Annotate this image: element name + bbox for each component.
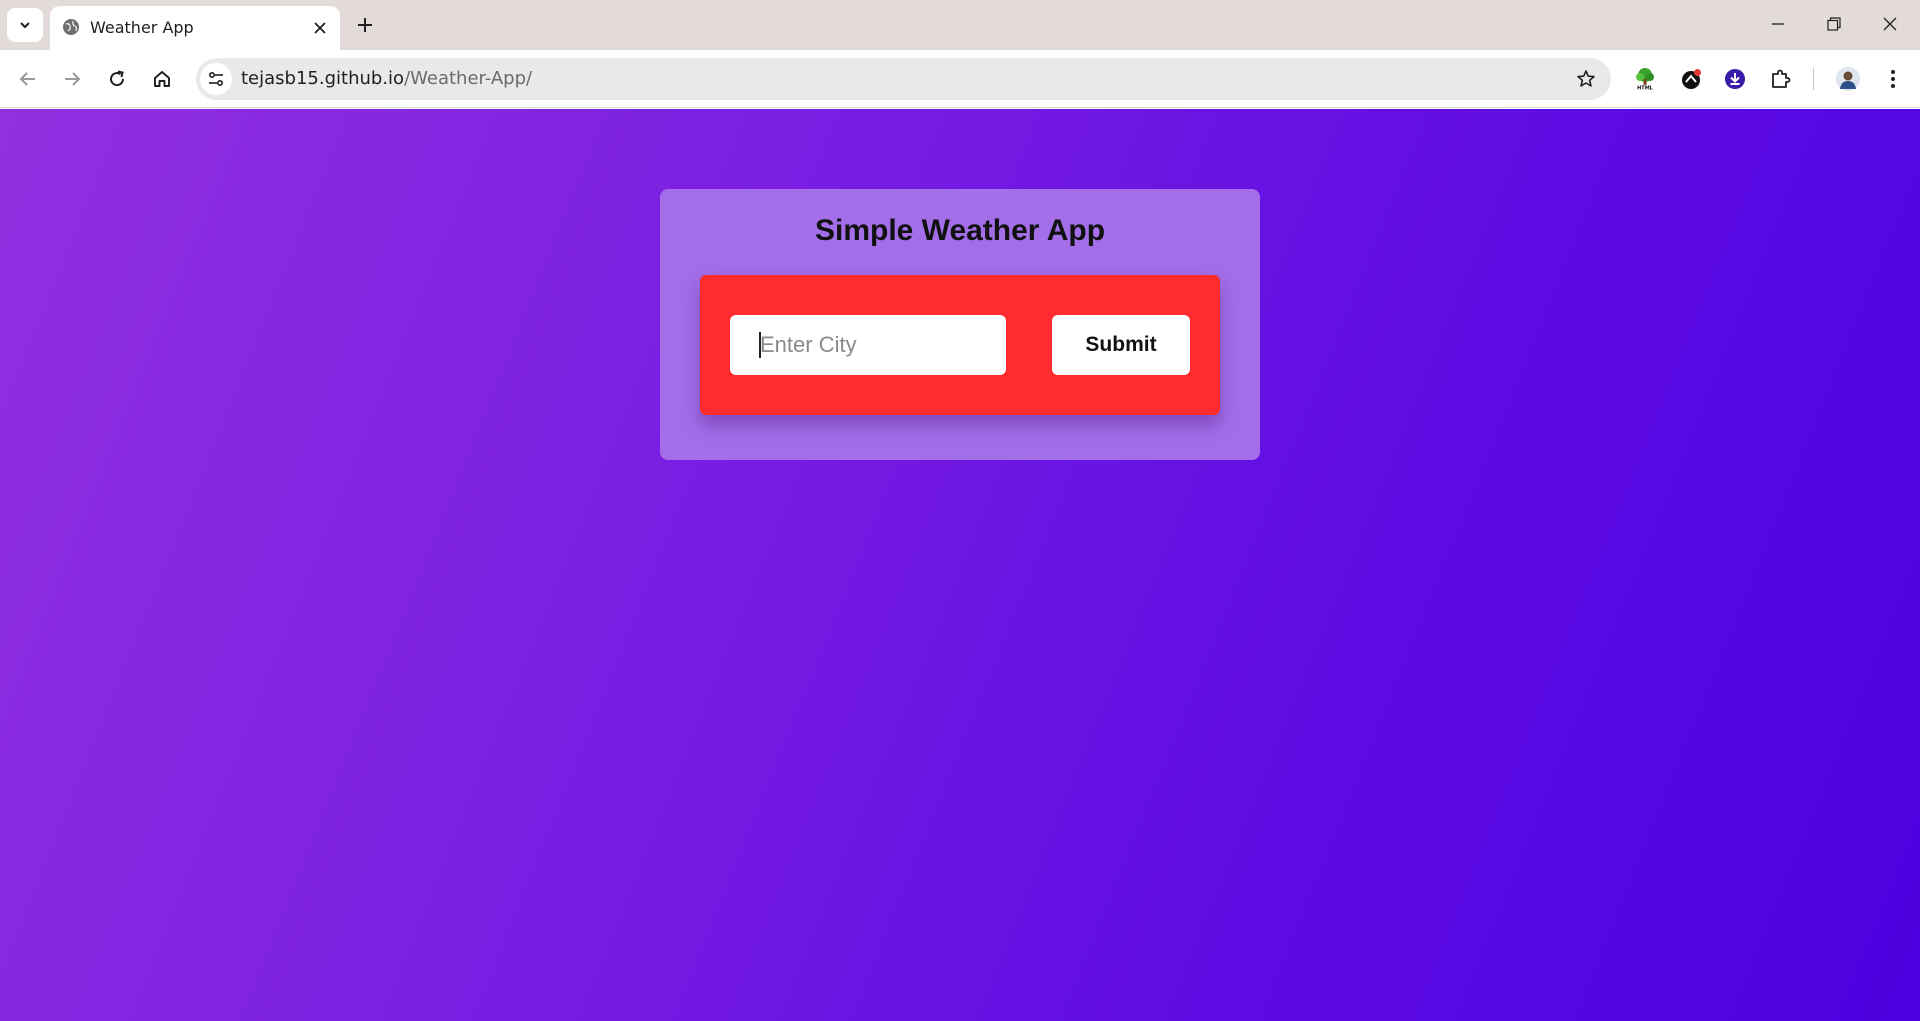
minimize-button[interactable]: [1758, 8, 1798, 40]
tab-weather-app[interactable]: Weather App: [50, 6, 340, 50]
svg-text:HTML: HTML: [1637, 86, 1654, 92]
plus-icon: [358, 18, 372, 32]
url-host: tejasb15.github.io: [241, 68, 405, 89]
cloud-extension[interactable]: [1676, 64, 1706, 94]
reload-button[interactable]: [101, 63, 133, 95]
tab-strip: Weather App: [0, 0, 1920, 50]
tune-icon: [208, 71, 224, 87]
new-tab-button[interactable]: [350, 11, 380, 39]
reload-icon: [110, 70, 125, 87]
restore-button[interactable]: [1814, 8, 1854, 40]
browser-menu-button[interactable]: [1878, 64, 1908, 94]
arrow-right-icon: [65, 72, 81, 86]
profile-button[interactable]: [1833, 64, 1863, 94]
download-extension-icon: [1725, 69, 1745, 89]
download-extension[interactable]: [1720, 64, 1750, 94]
toolbar-divider: [1813, 68, 1814, 90]
arrow-left-icon: [19, 72, 35, 86]
close-icon: [1883, 17, 1897, 31]
star-icon: [1577, 70, 1595, 87]
forward-button[interactable]: [56, 63, 88, 95]
tab-search-button[interactable]: [7, 8, 43, 42]
page-viewport: Simple Weather App Submit: [0, 109, 1920, 1021]
close-icon: [314, 22, 326, 34]
city-search-form: Submit: [700, 275, 1220, 415]
home-icon: [154, 71, 170, 87]
submit-button[interactable]: Submit: [1052, 315, 1190, 375]
text-caret: [759, 332, 761, 358]
globe-icon: [63, 19, 79, 35]
kebab-menu-icon: [1891, 70, 1895, 88]
bookmark-button[interactable]: [1571, 64, 1601, 94]
url-path: /Weather-App/: [404, 68, 533, 89]
minimize-icon: [1772, 23, 1784, 25]
weather-card: Simple Weather App Submit: [660, 189, 1260, 460]
back-button[interactable]: [12, 63, 44, 95]
html-tree-extension[interactable]: HTML: [1630, 64, 1660, 94]
puzzle-extensions-icon: [1772, 69, 1791, 88]
html-tree-icon: HTML: [1635, 68, 1655, 92]
close-window-button[interactable]: [1870, 8, 1910, 40]
city-input[interactable]: [730, 315, 1006, 375]
home-button[interactable]: [146, 63, 178, 95]
address-bar[interactable]: tejasb15.github.io/Weather-App/: [196, 58, 1611, 100]
profile-avatar: [1836, 67, 1860, 91]
page-title: Simple Weather App: [814, 214, 1106, 247]
cloud-extension-icon: [1682, 69, 1701, 89]
extensions-button[interactable]: [1766, 64, 1796, 94]
site-info-button[interactable]: [200, 63, 232, 95]
tab-title: Weather App: [90, 18, 194, 37]
browser-toolbar: tejasb15.github.io/Weather-App/ HTML: [0, 50, 1920, 108]
tab-close-button[interactable]: [310, 18, 330, 38]
url-text[interactable]: tejasb15.github.io/Weather-App/: [241, 68, 532, 90]
restore-icon: [1827, 17, 1841, 31]
chevron-down-icon: [20, 22, 30, 29]
